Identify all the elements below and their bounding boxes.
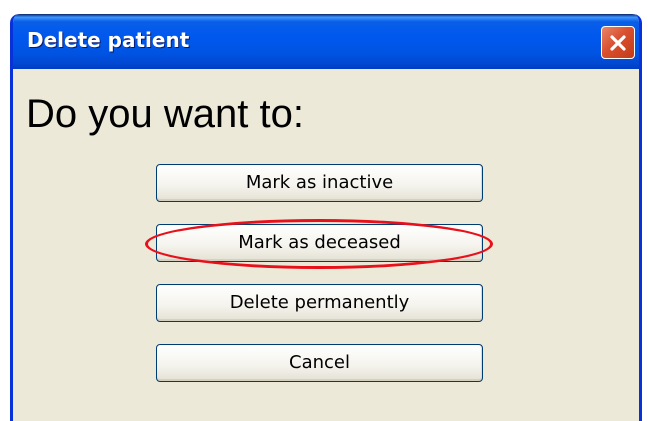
window-title: Delete patient xyxy=(27,28,190,52)
close-icon xyxy=(608,33,628,53)
cancel-button[interactable]: Cancel xyxy=(156,344,483,382)
dialog-heading: Do you want to: xyxy=(26,92,304,136)
mark-deceased-button[interactable]: Mark as deceased xyxy=(156,224,483,262)
mark-inactive-button[interactable]: Mark as inactive xyxy=(156,164,483,202)
close-button[interactable] xyxy=(601,26,635,59)
title-bar[interactable]: Delete patient xyxy=(13,14,639,69)
delete-permanently-button[interactable]: Delete permanently xyxy=(156,284,483,322)
